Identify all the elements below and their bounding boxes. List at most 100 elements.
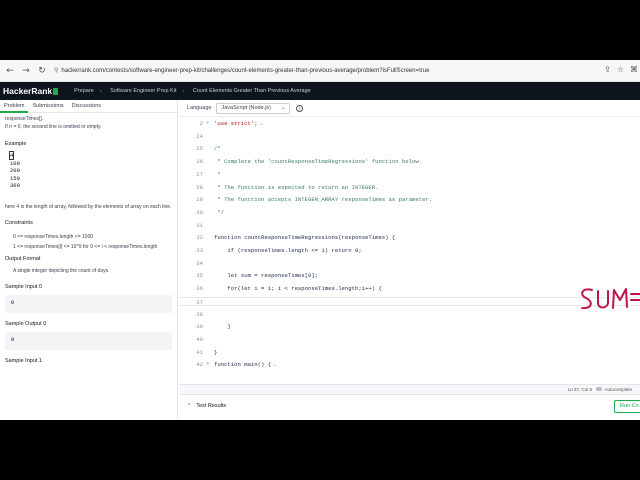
- code-line[interactable]: 28 * The function is expected to return …: [179, 183, 640, 192]
- line-number: 35: [196, 272, 203, 280]
- constraint-item: 1 <= responseTimes[i] <= 10^9 for 0 <= i…: [13, 243, 158, 250]
- code-line[interactable]: 37: [179, 296, 640, 306]
- sample-input-0-box: 0: [5, 294, 172, 313]
- tab-submissions[interactable]: Submissions: [28, 100, 67, 113]
- chevron-up-icon: ⌃: [187, 403, 192, 409]
- fold-chevron-icon[interactable]: >: [206, 360, 209, 369]
- line-number: 36: [196, 285, 203, 293]
- line-number: 32: [196, 234, 203, 242]
- line-number: 41: [196, 348, 203, 356]
- fold-chevron-icon[interactable]: >: [206, 119, 209, 128]
- example-line: 300: [10, 182, 20, 189]
- bookmark-star-icon[interactable]: ☆: [617, 65, 624, 74]
- code-line[interactable]: 35 let sum = responseTimes[0];: [179, 271, 640, 280]
- constraint-item: 0 <= responseTimes.length <= 1000: [13, 233, 94, 240]
- code-text: /*: [214, 145, 221, 153]
- logo-mark-icon: [53, 87, 59, 95]
- address-bar[interactable]: ⚲ hackerrank.com/contests/software-engin…: [54, 67, 594, 75]
- code-line[interactable]: 30 */: [179, 208, 640, 217]
- run-code-button[interactable]: Run Co: [614, 400, 640, 413]
- code-line[interactable]: 38: [179, 310, 640, 319]
- line-number: 31: [196, 221, 203, 229]
- chevron-right-icon: ›: [99, 87, 103, 95]
- code-text: }: [214, 348, 218, 356]
- autocomplete-toggle[interactable]: Autocomplete: [596, 387, 632, 392]
- line-number: 30: [196, 208, 203, 216]
- code-line[interactable]: 29 * The function accepts INTEGER_ARRAY …: [179, 195, 640, 204]
- line-number: 27: [196, 170, 203, 178]
- line-number: 34: [196, 259, 203, 267]
- folded-ellipsis-icon[interactable]: ↔: [260, 120, 263, 127]
- share-icon[interactable]: ⇪: [604, 65, 611, 74]
- editor-toolbar: Language JavaScript (Node.js) ⌄ i: [179, 100, 640, 117]
- screen: ← → ↻ ⚲ hackerrank.com/contests/software…: [0, 60, 640, 420]
- line-number: 26: [196, 158, 203, 166]
- code-text: function countResponseTimeRegressions(re…: [214, 234, 396, 242]
- constraints-heading: Constraints: [5, 219, 33, 226]
- code-line[interactable]: 32 function countResponseTimeRegressions(…: [179, 233, 640, 242]
- code-text: 'use strict';: [214, 120, 258, 127]
- code-text: */: [214, 208, 225, 216]
- code-line[interactable]: 26 * Complete the 'countResponseTimeRegr…: [179, 157, 640, 166]
- line-number: 42: [196, 361, 203, 369]
- chevron-right-icon: ›: [182, 87, 185, 95]
- chevron-down-icon: ⌄: [281, 105, 286, 111]
- line-number: 33: [196, 247, 203, 254]
- hackerrank-logo[interactable]: HackerRank: [3, 86, 59, 96]
- code-line[interactable]: 34: [179, 259, 640, 268]
- handwritten-annotation: [581, 288, 640, 310]
- site-info-icon[interactable]: ⚲: [54, 67, 58, 74]
- input-format-note: If n = 0, the second line is omitted or …: [5, 124, 102, 130]
- test-results-toggle[interactable]: ⌃ Test Results: [187, 403, 226, 409]
- code-editor-panel: Language JavaScript (Node.js) ⌄ i 2 >'use…: [179, 100, 640, 420]
- code-line[interactable]: 41}: [179, 348, 640, 357]
- back-arrow-icon[interactable]: ←: [4, 65, 16, 77]
- line-number: 28: [196, 183, 203, 191]
- breadcrumb-challenge: Count Elements Greater Than Previous Ave…: [192, 88, 311, 94]
- code-line[interactable]: 25 /*: [179, 144, 640, 153]
- breadcrumb-prepare[interactable]: Prepare: [74, 88, 94, 94]
- code-line[interactable]: 27 *: [179, 170, 640, 179]
- code-text: * Complete the 'countResponseTimeRegress…: [214, 158, 423, 166]
- example-heading: Example: [5, 141, 27, 147]
- reload-icon[interactable]: ↻: [36, 65, 48, 77]
- code-line[interactable]: 39 }: [179, 322, 640, 331]
- code-text: for(let i = 1; i < responseTimes.length;…: [214, 285, 382, 293]
- code-line[interactable]: 33 if (responseTimes.length <= 1) return…: [179, 246, 640, 255]
- tab-discussions[interactable]: Discussions: [68, 100, 105, 113]
- info-icon[interactable]: i: [296, 104, 304, 112]
- code-editor[interactable]: 2 >'use strict'; ↔ 24 25/* 26 * Complete the …: [179, 119, 640, 384]
- url-text: hackerrank.com/contests/software-enginee…: [61, 67, 430, 74]
- code-text: * The function accepts INTEGER_ARRAY res…: [214, 196, 433, 204]
- forward-arrow-icon[interactable]: →: [20, 65, 32, 77]
- code-line[interactable]: 40: [179, 335, 640, 344]
- cursor-position: Ln 37, Col 5: [567, 387, 592, 392]
- example-description: here 4 is the length of array, followed …: [5, 203, 172, 210]
- language-select[interactable]: JavaScript (Node.js) ⌄: [216, 102, 291, 114]
- output-format-heading: Output Format: [5, 255, 41, 262]
- folded-ellipsis-icon[interactable]: ↔: [273, 361, 276, 368]
- example-input: 4 100 200 150 300: [8, 151, 172, 190]
- line-number: 40: [196, 335, 203, 343]
- sample-output-0-heading: Sample Output 0: [5, 320, 47, 327]
- code-line[interactable]: 31: [179, 221, 640, 230]
- code-text: let sum = responseTimes[0];: [214, 272, 319, 280]
- code-line[interactable]: 42 > function main() {↔: [179, 360, 640, 369]
- tab-problem[interactable]: Problem: [0, 100, 29, 113]
- line-number: 29: [196, 196, 203, 204]
- browser-toolbar: ← → ↻ ⚲ hackerrank.com/contests/software…: [0, 60, 640, 82]
- problem-panel: Problem Submissions Discussions response…: [0, 100, 178, 420]
- problem-statement: responseTimes[]. If n = 0, the second li…: [0, 113, 177, 418]
- code-line[interactable]: 24: [179, 132, 640, 141]
- code-text: function main() {: [214, 361, 272, 369]
- code-line[interactable]: 2 > 'use strict'; ↔: [179, 119, 640, 128]
- example-line: 100: [10, 159, 20, 167]
- line-number: 39: [196, 323, 203, 331]
- sample-output-0-box: 0: [5, 331, 172, 350]
- code-text: *: [214, 170, 221, 178]
- code-line[interactable]: 36 for(let i = 1; i < responseTimes.leng…: [179, 284, 640, 293]
- breadcrumb-prep-kit[interactable]: Software Engineer Prep Kit: [110, 88, 176, 94]
- code-text-wrap: 'use strict'; ↔: [214, 119, 263, 128]
- translate-icon[interactable]: ⌘: [630, 65, 638, 74]
- problem-tabs: Problem Submissions Discussions: [0, 100, 177, 113]
